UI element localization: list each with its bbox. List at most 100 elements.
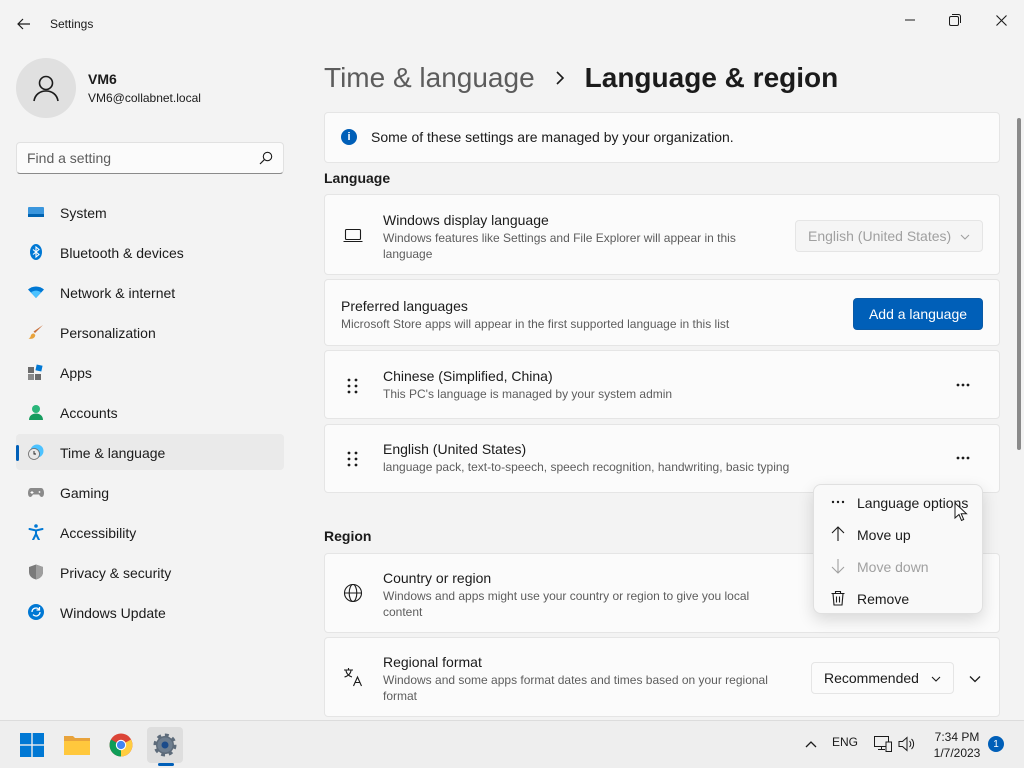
more-icon — [956, 383, 970, 387]
sidebar-item-privacy[interactable]: Privacy & security — [16, 554, 284, 590]
info-banner-text: Some of these settings are managed by yo… — [371, 129, 734, 145]
sidebar-item-label: Network & internet — [60, 285, 176, 301]
shield-icon — [29, 564, 43, 580]
drag-handle-icon[interactable] — [345, 450, 361, 468]
language-description: This PC's language is managed by your sy… — [383, 387, 673, 401]
regional-format-dropdown[interactable]: Recommended — [811, 662, 954, 694]
taskbar-app-file-explorer[interactable] — [59, 727, 95, 763]
start-icon — [20, 733, 44, 757]
taskbar-clock[interactable]: 7:34 PM 1/7/2023 — [930, 729, 984, 761]
sidebar-item-personalization[interactable]: Personalization — [16, 314, 284, 350]
preferred-languages-card: Preferred languages Microsoft Store apps… — [324, 279, 1000, 346]
sidebar-item-label: Accounts — [60, 405, 118, 421]
taskbar-app-chrome[interactable] — [103, 727, 139, 763]
maximize-button[interactable] — [932, 4, 978, 36]
chevron-down-icon — [960, 234, 970, 240]
app-title: Settings — [50, 17, 94, 31]
sidebar-item-gaming[interactable]: Gaming — [16, 474, 284, 510]
sidebar-item-time-language[interactable]: Time & language — [16, 434, 284, 470]
language-more-button[interactable] — [951, 446, 975, 470]
input-language-indicator[interactable]: ENG — [832, 735, 858, 749]
taskbar-app-settings[interactable] — [147, 727, 183, 763]
section-title-language: Language — [324, 170, 391, 186]
menu-item-label: Move up — [857, 527, 911, 543]
sidebar-item-label: Privacy & security — [60, 565, 172, 581]
display-language-title: Windows display language — [383, 212, 549, 228]
display-language-description: Windows features like Settings and File … — [383, 231, 736, 261]
close-button[interactable] — [978, 4, 1024, 36]
sidebar-item-accounts[interactable]: Accounts — [16, 394, 284, 430]
language-description: language pack, text-to-speech, speech re… — [383, 460, 790, 474]
active-app-indicator — [158, 763, 174, 766]
sidebar-item-bluetooth[interactable]: Bluetooth & devices — [16, 234, 284, 270]
menu-item-move-down: Move down — [818, 551, 980, 581]
user-email: VM6@collabnet.local — [88, 91, 201, 105]
search-box — [16, 142, 284, 174]
search-icon[interactable] — [259, 151, 273, 165]
network-icon[interactable] — [874, 736, 892, 752]
search-input[interactable] — [17, 143, 253, 173]
regional-format-title: Regional format — [383, 654, 482, 670]
back-button[interactable] — [10, 12, 38, 36]
sidebar-item-network[interactable]: Network & internet — [16, 274, 284, 310]
bluetooth-icon — [30, 244, 42, 260]
sidebar-item-label: Bluetooth & devices — [60, 245, 184, 261]
user-profile[interactable]: VM6 VM6@collabnet.local — [16, 58, 286, 118]
sidebar-item-label: Apps — [60, 365, 92, 381]
chevron-up-icon[interactable] — [805, 739, 817, 749]
add-language-button[interactable]: Add a language — [853, 298, 983, 330]
regional-format-card[interactable]: Regional format Windows and some apps fo… — [324, 637, 1000, 717]
display-language-value: English (United States) — [808, 228, 952, 244]
volume-icon[interactable] — [898, 736, 916, 752]
section-title-region: Region — [324, 528, 372, 544]
gamepad-icon — [28, 488, 44, 497]
language-more-button[interactable] — [951, 373, 975, 397]
notification-badge[interactable]: 1 — [988, 736, 1004, 752]
apps-icon — [28, 364, 43, 380]
laptop-icon — [343, 228, 363, 243]
minimize-icon — [905, 19, 915, 21]
preferred-languages-description: Microsoft Store apps will appear in the … — [341, 317, 730, 331]
person-icon — [33, 75, 59, 102]
language-name: English (United States) — [383, 441, 527, 457]
sidebar-item-label: System — [60, 205, 107, 221]
sidebar-item-system[interactable]: System — [16, 194, 284, 230]
preferred-languages-title: Preferred languages — [341, 298, 468, 314]
more-icon — [831, 500, 845, 504]
title-bar: Settings — [0, 0, 1024, 48]
display-language-dropdown: English (United States) — [795, 220, 983, 252]
minimize-button[interactable] — [887, 4, 933, 36]
language-item[interactable]: English (United States) language pack, t… — [324, 424, 1000, 493]
breadcrumb-parent[interactable]: Time & language — [324, 62, 535, 94]
sidebar-item-apps[interactable]: Apps — [16, 354, 284, 390]
chrome-icon — [109, 733, 133, 757]
sidebar-item-accessibility[interactable]: Accessibility — [16, 514, 284, 550]
brush-icon — [28, 325, 43, 339]
system-icon — [28, 207, 44, 217]
expand-chevron-icon[interactable] — [969, 673, 981, 685]
taskbar: ENG 7:34 PM 1/7/2023 — [0, 720, 1024, 768]
info-icon: i — [341, 129, 357, 145]
menu-item-move-up[interactable]: Move up — [818, 519, 980, 549]
sidebar-item-label: Accessibility — [60, 525, 137, 541]
chevron-down-icon — [931, 676, 941, 682]
menu-item-remove[interactable]: Remove — [818, 583, 980, 613]
close-icon — [995, 14, 1007, 26]
sidebar-item-label: Windows Update — [60, 605, 166, 621]
scrollbar[interactable] — [1017, 118, 1021, 450]
language-item[interactable]: Chinese (Simplified, China) This PC's la… — [324, 350, 1000, 419]
drag-handle-icon[interactable] — [345, 377, 361, 395]
sidebar-item-label: Personalization — [60, 325, 156, 341]
arrow-down-icon — [831, 559, 845, 574]
chevron-right-icon — [556, 71, 564, 85]
clock-date: 1/7/2023 — [933, 746, 981, 760]
trash-icon — [831, 590, 845, 606]
clock-time: 7:34 PM — [934, 730, 980, 744]
breadcrumb: Time & language Language & region — [324, 58, 838, 98]
start-button[interactable] — [14, 727, 50, 763]
maximize-icon — [949, 14, 961, 26]
page-title: Language & region — [584, 62, 839, 93]
avatar — [16, 58, 76, 118]
sidebar-item-windows-update[interactable]: Windows Update — [16, 594, 284, 630]
mouse-cursor-icon — [954, 502, 968, 522]
